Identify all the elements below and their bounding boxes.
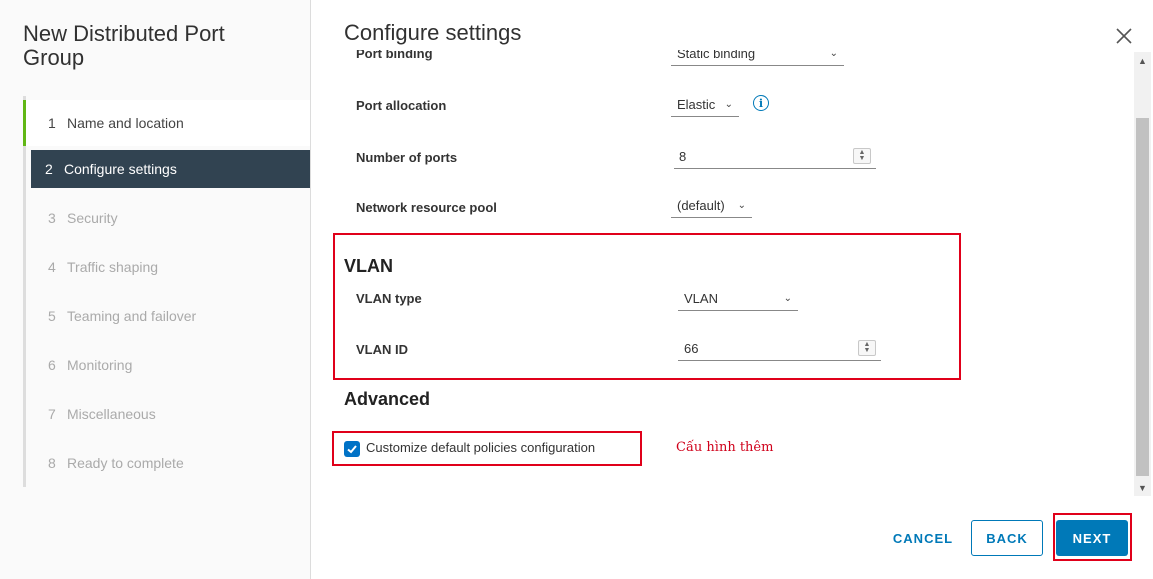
annotation-note: Cấu hình thêm (676, 440, 774, 455)
port-allocation-select[interactable]: Elastic ⌄ (671, 93, 739, 117)
wizard-steps: 1 Name and location 2 Configure settings… (23, 96, 310, 487)
step-label: Teaming and failover (67, 307, 197, 324)
vlan-type-value: VLAN (684, 291, 718, 306)
main-panel: Configure settings Port binding Static b… (312, 0, 1153, 579)
port-allocation-value: Elastic (677, 97, 716, 112)
customize-policies-checkbox[interactable] (344, 441, 360, 457)
step-number: 2 (45, 161, 53, 177)
step-teaming-and-failover: 5 Teaming and failover (26, 291, 310, 340)
chevron-down-icon: ⌄ (737, 200, 746, 211)
step-label: Name and location (67, 115, 184, 131)
step-monitoring: 6 Monitoring (26, 340, 310, 389)
chevron-down-icon: ⌄ (829, 50, 838, 59)
step-number: 3 (48, 209, 56, 226)
checkmark-icon (347, 445, 357, 454)
port-allocation-label: Port allocation (356, 98, 447, 113)
step-security: 3 Security (26, 193, 310, 242)
next-button[interactable]: NEXT (1056, 520, 1128, 556)
scrollbar-thumb[interactable] (1136, 118, 1149, 476)
network-resource-pool-value: (default) (677, 198, 725, 213)
page-title: Configure settings (344, 20, 522, 45)
vlan-id-label: VLAN ID (356, 342, 408, 357)
step-label: Security (67, 209, 118, 226)
step-number: 5 (48, 307, 56, 324)
step-label: Miscellaneous (67, 405, 156, 422)
vlan-id-input[interactable]: 66 ▲ ▼ (678, 336, 881, 361)
step-number: 6 (48, 356, 56, 373)
port-binding-label: Port binding (356, 50, 433, 61)
vlan-id-value: 66 (684, 340, 699, 356)
step-configure-settings[interactable]: 2 Configure settings (31, 150, 310, 188)
chevron-down-icon: ⌄ (724, 99, 733, 110)
chevron-down-icon: ⌄ (783, 293, 792, 304)
step-traffic-shaping: 4 Traffic shaping (26, 242, 310, 291)
step-label: Traffic shaping (67, 258, 159, 275)
close-icon (1116, 28, 1132, 44)
network-resource-pool-label: Network resource pool (356, 200, 497, 215)
back-button[interactable]: BACK (971, 520, 1043, 556)
scroll-up-icon[interactable]: ▲ (1134, 52, 1151, 69)
vlan-type-label: VLAN type (356, 291, 422, 306)
number-of-ports-input[interactable]: 8 ▲ ▼ (674, 144, 876, 169)
number-of-ports-label: Number of ports (356, 150, 458, 165)
vertical-scrollbar[interactable]: ▲ ▼ (1134, 52, 1151, 496)
info-icon[interactable]: i (753, 95, 769, 111)
step-number: 1 (48, 115, 56, 131)
cancel-button[interactable]: CANCEL (884, 520, 962, 556)
customize-policies-label[interactable]: Customize default policies configuration (366, 440, 595, 455)
port-binding-value: Static binding (677, 50, 756, 61)
step-label: Configure settings (64, 161, 177, 177)
step-number: 8 (48, 454, 56, 471)
network-resource-pool-select[interactable]: (default) ⌄ (671, 194, 752, 218)
port-binding-select[interactable]: Static binding ⌄ (671, 50, 844, 66)
number-of-ports-value: 8 (679, 148, 687, 164)
step-label: Monitoring (67, 356, 133, 373)
step-miscellaneous: 7 Miscellaneous (26, 389, 310, 438)
step-number: 7 (48, 405, 56, 422)
wizard-title: New Distributed Port Group (23, 21, 225, 70)
vlan-type-select[interactable]: VLAN ⌄ (678, 287, 798, 311)
close-button[interactable] (1112, 24, 1136, 48)
vlan-heading: VLAN (344, 256, 393, 276)
number-stepper[interactable]: ▲ ▼ (853, 148, 871, 164)
scroll-down-icon[interactable]: ▼ (1134, 479, 1151, 496)
number-stepper[interactable]: ▲ ▼ (858, 340, 876, 356)
settings-content: Port binding Static binding ⌄ Port alloc… (312, 50, 1135, 495)
step-ready-to-complete: 8 Ready to complete (26, 438, 310, 487)
step-name-and-location[interactable]: 1 Name and location (23, 100, 310, 146)
step-label: Ready to complete (67, 454, 184, 471)
step-number: 4 (48, 258, 56, 275)
advanced-heading: Advanced (344, 389, 431, 409)
wizard-sidebar: New Distributed Port Group 1 Name and lo… (0, 0, 311, 579)
